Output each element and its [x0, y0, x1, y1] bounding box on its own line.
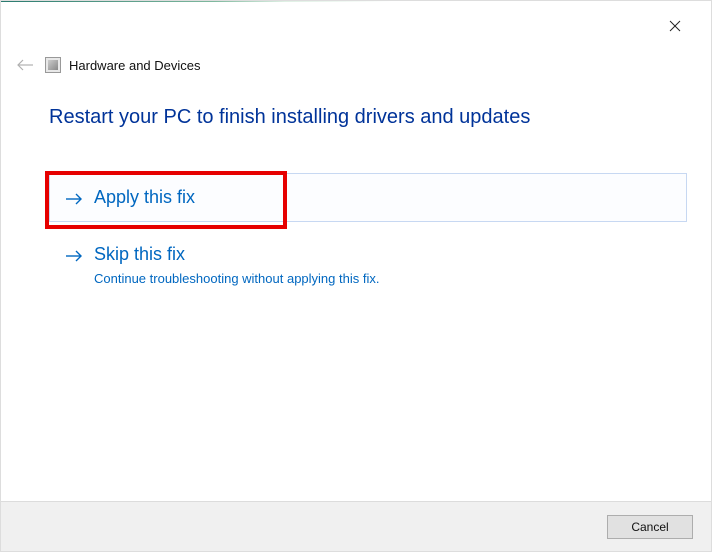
- troubleshooter-app-icon: [45, 57, 61, 73]
- footer-bar: Cancel: [1, 501, 711, 551]
- option-gap: [49, 222, 687, 230]
- back-arrow-icon: [15, 55, 35, 75]
- content-area: Restart your PC to finish installing dri…: [49, 106, 687, 299]
- cancel-button[interactable]: Cancel: [607, 515, 693, 539]
- option-title: Skip this fix: [94, 243, 672, 266]
- option-text: Skip this fix Continue troubleshooting w…: [94, 243, 672, 285]
- close-icon: [669, 20, 681, 32]
- window-accent-strip: [1, 1, 711, 2]
- arrow-right-icon: [64, 246, 84, 266]
- close-button[interactable]: [655, 11, 695, 41]
- header-title: Hardware and Devices: [69, 58, 201, 73]
- option-apply-fix[interactable]: Apply this fix: [49, 173, 687, 222]
- troubleshooter-window: Hardware and Devices Restart your PC to …: [0, 0, 712, 552]
- option-subtitle: Continue troubleshooting without applyin…: [94, 271, 672, 286]
- option-text: Apply this fix: [94, 186, 672, 209]
- option-title: Apply this fix: [94, 186, 672, 209]
- header-bar: Hardware and Devices: [15, 53, 691, 77]
- arrow-right-icon: [64, 189, 84, 209]
- option-skip-fix[interactable]: Skip this fix Continue troubleshooting w…: [49, 230, 687, 298]
- page-heading: Restart your PC to finish installing dri…: [49, 106, 687, 129]
